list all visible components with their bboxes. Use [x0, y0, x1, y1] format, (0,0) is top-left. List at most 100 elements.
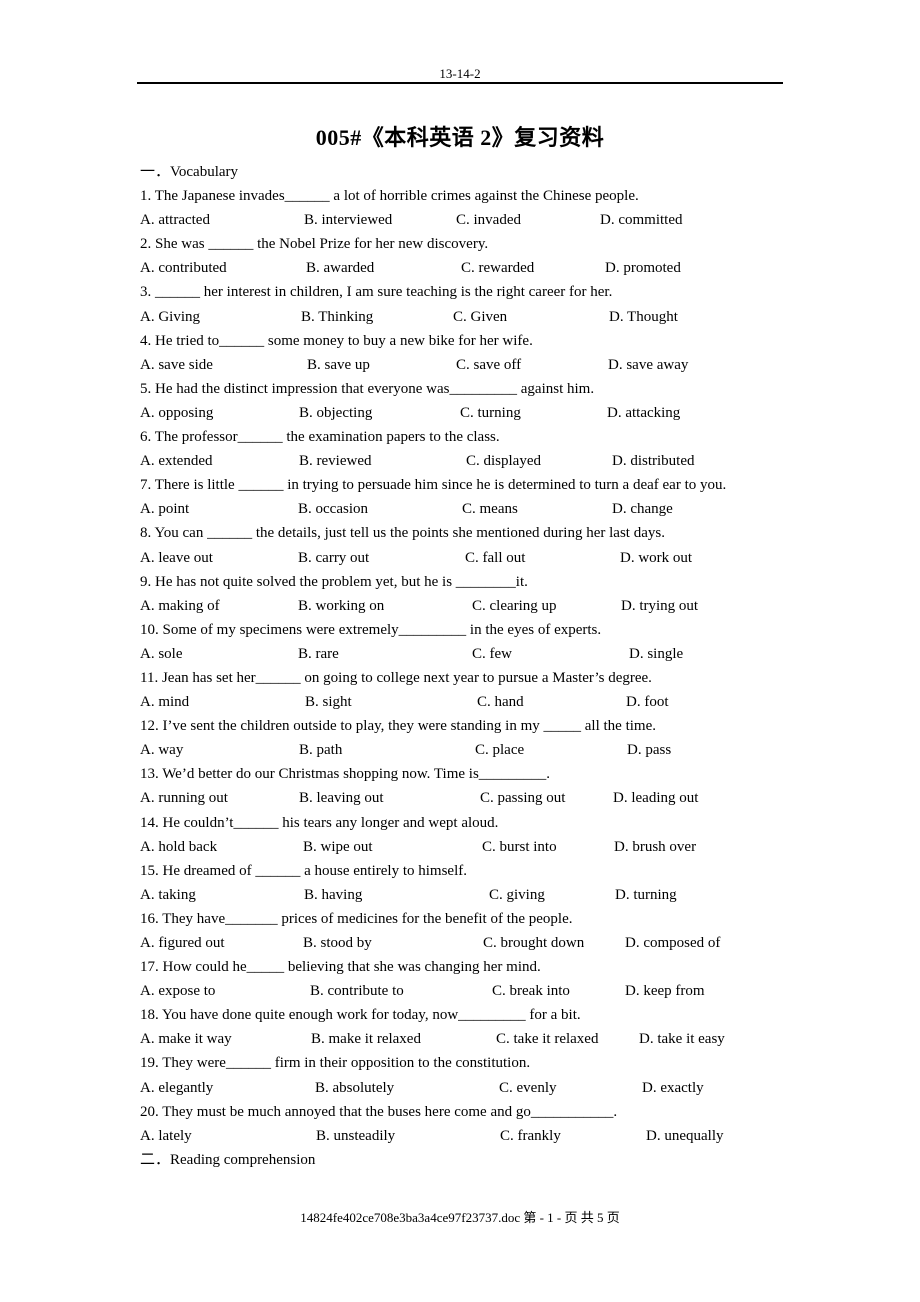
question-options: A. extended B. reviewed C. displayed D. dis… [140, 449, 790, 473]
question-options: A. figured out B. stood by C. brought down… [140, 931, 790, 955]
option-a: A. save side [140, 356, 213, 373]
option-d: D. exactly [642, 1079, 704, 1096]
option-b: B. objecting [299, 404, 373, 421]
option-a: A. hold back [140, 838, 218, 855]
option-a: A. making of [140, 597, 220, 614]
option-d: D. distributed [612, 453, 695, 470]
question-stem: 15. He dreamed of ______ a house entirel… [140, 862, 467, 879]
option-c: C. save off [456, 356, 522, 373]
option-c: C. giving [489, 886, 545, 903]
option-a: A. contributed [140, 260, 227, 277]
option-c: C. break into [492, 983, 570, 1000]
question-list: 1. The Japanese invades______ a lot of h… [140, 184, 790, 1148]
option-b: B. awarded [306, 260, 375, 277]
option-c: C. means [462, 501, 518, 518]
option-a: A. running out [140, 790, 228, 807]
header-divider [137, 82, 783, 84]
option-d: D. brush over [614, 838, 697, 855]
option-b: B. save up [307, 356, 370, 373]
option-b: B. leaving out [299, 790, 384, 807]
option-a: A. way [140, 742, 184, 759]
option-c: C. evenly [499, 1079, 557, 1096]
option-a: A. opposing [140, 404, 214, 421]
page-header-code: 13-14-2 [439, 66, 481, 81]
option-b: B. reviewed [299, 453, 372, 470]
option-d: D. composed of [625, 935, 721, 951]
question-options: A. make it way B. make it relaxed C. take … [140, 1027, 790, 1051]
question-options: A. elegantly B. absolutely C. evenly D. exa… [140, 1076, 790, 1100]
question-stem: 7. There is little ______ in trying to p… [140, 477, 727, 494]
option-d: D. change [612, 501, 673, 518]
option-c: C. turning [460, 404, 521, 421]
question-stem: 6. The professor______ the examination p… [140, 429, 500, 446]
option-d: D. turning [615, 886, 677, 903]
option-b: B. absolutely [315, 1079, 395, 1096]
question-stem: 13. We’d better do our Christmas shoppin… [140, 766, 551, 783]
option-c: C. frankly [500, 1127, 561, 1144]
option-b: B. contribute to [310, 983, 404, 1000]
option-b: B. having [304, 886, 363, 903]
option-a: A. mind [140, 694, 190, 711]
option-b: B. Thinking [301, 308, 374, 325]
option-d: D. foot [626, 694, 669, 711]
document-title: 005#《本科英语 2》复习资料 [315, 125, 605, 150]
section-heading-vocabulary: 一．Vocabulary [140, 164, 239, 180]
option-c: C. fall out [465, 549, 526, 566]
document-body: 一．Vocabulary 1. The Japanese invades____… [140, 160, 790, 1172]
question-stem: 12. I’ve sent the children outside to pl… [140, 718, 656, 735]
option-a: A. attracted [140, 212, 210, 229]
option-a: A. taking [140, 886, 196, 903]
question-stem: 20. They must be much annoyed that the b… [140, 1103, 618, 1120]
question-options: A. save side B. save up C. save off D. save… [140, 353, 790, 377]
option-c: C. place [475, 742, 525, 759]
option-b: B. make it relaxed [311, 1031, 421, 1048]
question-stem: 9. He has not quite solved the problem y… [140, 573, 528, 590]
option-c: C. Given [453, 308, 508, 325]
option-b: B. wipe out [303, 838, 373, 855]
option-a: A. elegantly [140, 1079, 214, 1096]
question-stem: 14. He couldn’t______ his tears any long… [140, 814, 499, 831]
question-stem: 19. They were______ firm in their opposi… [140, 1055, 531, 1072]
option-b: B. interviewed [304, 212, 393, 229]
option-a: A. lately [140, 1127, 192, 1144]
question-options: A. leave out B. carry out C. fall out D. wo… [140, 546, 790, 570]
option-c: C. take it relaxed [496, 1031, 599, 1048]
option-b: B. stood by [303, 935, 372, 951]
question-stem: 10. Some of my specimens were extremely_… [140, 621, 602, 638]
option-b: B. sight [305, 694, 352, 711]
option-b: B. working on [298, 597, 385, 614]
question-options: A. Giving B. Thinking C. Given D. Thought [140, 305, 790, 329]
option-c: C. burst into [482, 838, 557, 855]
question-options: A. running out B. leaving out C. passing o… [140, 786, 790, 810]
question-options: A. point B. occasion C. means D. change [140, 497, 790, 521]
question-options: A. mind B. sight C. hand D. foot [140, 690, 790, 714]
question-stem: 8. You can ______ the details, just tell… [140, 525, 665, 542]
question-options: A. making of B. working on C. clearing up D… [140, 594, 790, 618]
option-b: B. unsteadily [316, 1127, 396, 1144]
question-options: A. way B. path C. place D. pass [140, 738, 790, 762]
option-a: A. sole [140, 645, 183, 662]
option-d: D. take it easy [639, 1031, 725, 1048]
option-c: C. hand [477, 694, 524, 711]
page-footer: 14824fe402ce708e3ba3a4ce97f23737.doc 第 -… [300, 1210, 620, 1225]
option-a: A. point [140, 501, 190, 518]
option-a: A. figured out [140, 935, 225, 951]
option-c: C. clearing up [472, 597, 557, 614]
option-d: D. pass [627, 742, 672, 759]
option-c: C. few [472, 645, 512, 662]
question-stem: 18. You have done quite enough work for … [140, 1007, 581, 1024]
option-a: A. extended [140, 453, 213, 470]
option-a: A. leave out [140, 549, 213, 566]
question-options: A. lately B. unsteadily C. frankly D. unequ… [140, 1124, 790, 1148]
question-options: A. expose to B. contribute to C. break int… [140, 979, 790, 1003]
option-d: D. unequally [646, 1127, 724, 1144]
option-d: D. keep from [625, 983, 705, 1000]
option-c: C. invaded [456, 212, 521, 229]
option-d: D. committed [600, 212, 683, 229]
option-c: C. displayed [466, 453, 541, 470]
option-d: D. single [629, 645, 684, 662]
option-d: D. leading out [613, 790, 699, 807]
section-heading-reading: 二．Reading comprehension [140, 1151, 316, 1168]
option-d: D. Thought [609, 308, 678, 325]
option-b: B. carry out [298, 549, 370, 566]
